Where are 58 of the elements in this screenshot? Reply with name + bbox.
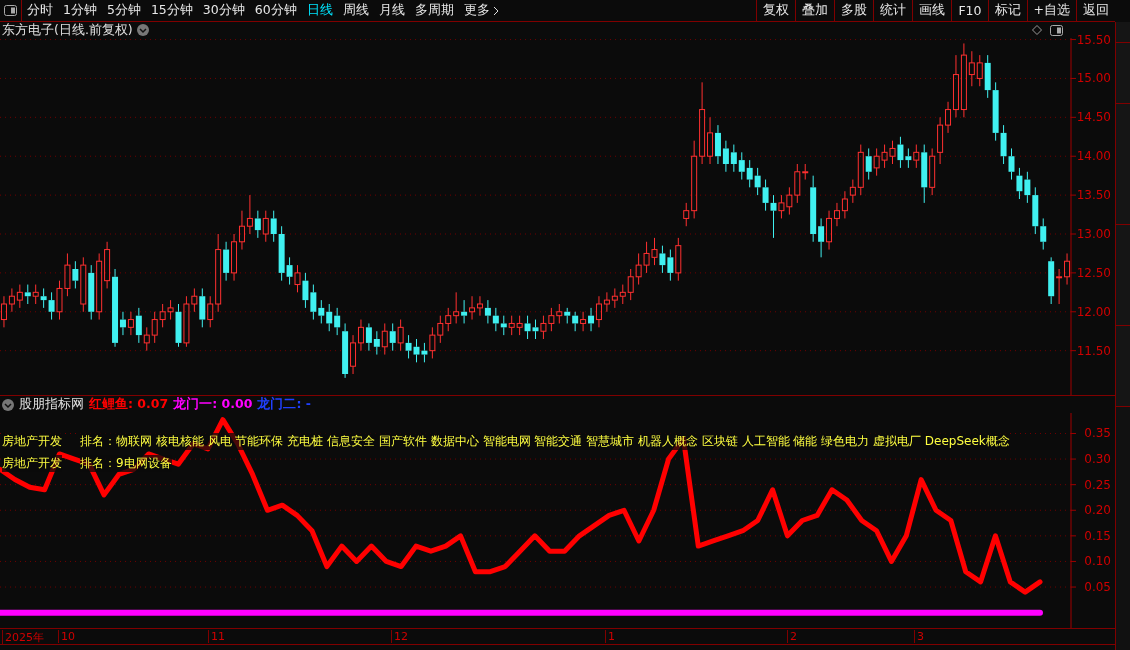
toolbar-button[interactable]: 统计 [873,0,913,21]
indicator-legend: 龙门二: - [257,396,311,413]
toolbar-button[interactable]: 叠加 [795,0,835,21]
period-tab[interactable]: 更多 [458,2,504,19]
time-axis-label: 10 [58,630,75,643]
chevron-down-icon[interactable] [2,398,14,411]
toolbar-button[interactable]: 复权 [756,0,796,21]
indicator-legend: 龙门一: 0.00 [173,396,253,413]
period-tab[interactable]: 多周期 [409,2,459,19]
axis-label: 0.35 [1084,426,1111,441]
period-tab[interactable]: 30分钟 [197,2,250,19]
axis-label: 12.00 [1076,304,1111,319]
time-axis-label: 12 [391,630,408,643]
axis-label: 12.50 [1076,265,1111,280]
period-tab[interactable]: 5分钟 [101,2,146,19]
period-tab[interactable]: 月线 [373,2,410,19]
period-tab[interactable]: 周线 [337,2,374,19]
chart-title: 东方电子(日线.前复权) [2,21,133,39]
axis-label: 0.05 [1084,580,1111,595]
period-tab[interactable]: 分时 [22,2,58,19]
ranking-text: 排名：9电网设备 [80,455,172,472]
sector-name: 房地产开发 [2,455,62,472]
time-axis-label: 1 [605,630,615,643]
toolbar-button[interactable]: 多股 [834,0,874,21]
axis-label: 15.50 [1076,32,1111,47]
indicator-name: 股朋指标网 [19,396,84,413]
sector-name: 房地产开发 [2,433,62,450]
chevron-right-icon [492,5,499,16]
time-axis-label: 2025年 [2,630,44,645]
axis-label: 13.50 [1076,188,1111,203]
period-tab[interactable]: 60分钟 [249,2,302,19]
axis-label: 14.50 [1076,110,1111,125]
axis-label: 0.15 [1084,528,1111,543]
axis-label: 0.20 [1084,503,1111,518]
axis-label: 0.30 [1084,452,1111,467]
chevron-down-icon[interactable] [136,24,149,36]
axis-label: 14.00 [1076,149,1111,164]
time-axis-label: 3 [914,630,924,643]
toolbar-button[interactable]: 返回 [1076,0,1115,21]
panel-toggle-icon[interactable] [4,5,17,16]
axis-label: 13.00 [1076,227,1111,241]
period-tab[interactable]: 日线 [301,2,338,19]
ranking-text: 排名：物联网 核电核能 风电 节能环保 充电桩 信息安全 国产软件 数据中心 智能电网 智能交通 智慧城市 机器人概念 区块链 人工智能 储能 绿色电力 虚拟电厂 DeepSeek概念 [80,433,1010,450]
toolbar-button[interactable]: +自选 [1026,0,1076,21]
toolbar-button[interactable]: 标记 [987,0,1027,21]
toolbar-button[interactable]: 画线 [912,0,952,21]
panel-toggle-icon[interactable] [1050,24,1063,36]
time-axis-label: 2 [787,630,797,643]
axis-label: 0.10 [1084,554,1111,569]
indicator-legend: 红鲤鱼: 0.07 [89,396,169,413]
axis-label: 0.25 [1084,477,1111,492]
period-tab[interactable]: 1分钟 [58,2,102,19]
axis-label: 11.50 [1076,343,1111,358]
diamond-icon[interactable] [1032,25,1042,35]
toolbar-button[interactable]: F10 [951,0,988,21]
period-tab[interactable]: 15分钟 [145,2,198,19]
axis-label: 15.00 [1076,71,1111,86]
time-axis-label: 11 [208,630,225,643]
